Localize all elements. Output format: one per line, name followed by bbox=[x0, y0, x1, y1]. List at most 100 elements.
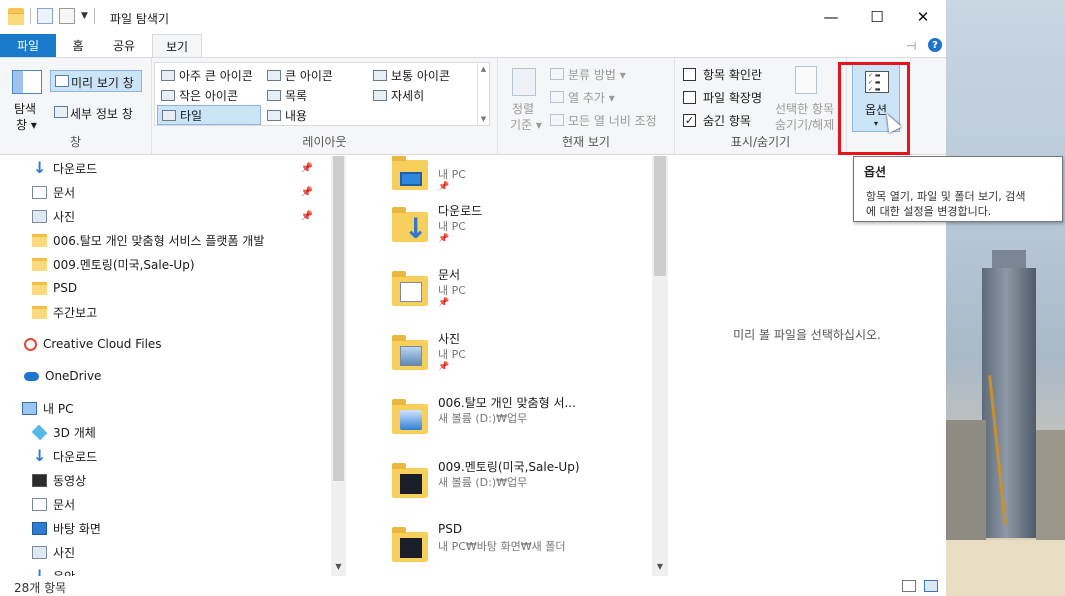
navigation-pane-label[interactable]: 탐색 bbox=[14, 100, 36, 117]
hidden-items-label[interactable]: 숨긴 항목 bbox=[703, 112, 751, 129]
layout-details[interactable]: 자세히 bbox=[369, 85, 424, 105]
chevron-down-icon[interactable]: ▼ bbox=[652, 562, 668, 576]
nav-item[interactable]: 009.멘토링(미국,Sale-Up) bbox=[32, 253, 331, 275]
folder-icon bbox=[8, 8, 24, 25]
nav-item[interactable]: 3D 개체 bbox=[31, 421, 331, 443]
file-tile[interactable]: 사진 내 PC 📌 bbox=[392, 328, 632, 388]
file-tile[interactable]: 문서 내 PC 📌 bbox=[392, 264, 632, 324]
item-count: 28개 항목 bbox=[14, 581, 67, 595]
details-view-icon[interactable] bbox=[902, 580, 916, 592]
file-tile[interactable]: PSD 내 PC₩바탕 화면₩새 폴더 bbox=[392, 520, 632, 576]
details-pane-label: 세부 정보 창 bbox=[70, 107, 133, 121]
pin-ribbon-icon[interactable]: ⊣ bbox=[906, 39, 916, 53]
file-name: 009.멘토링(미국,Sale-Up) bbox=[438, 460, 580, 474]
minimize-button[interactable]: — bbox=[808, 0, 854, 34]
layout-extra-large-icons[interactable]: 아주 큰 아이콘 bbox=[157, 65, 253, 85]
layout-tiles[interactable]: 타일 bbox=[157, 105, 261, 125]
properties-icon[interactable] bbox=[37, 8, 53, 24]
help-icon[interactable]: ? bbox=[928, 38, 942, 52]
options-tooltip: 옵션 항목 열기, 파일 및 폴더 보기, 검색 에 대한 설정을 변경합니다. bbox=[853, 156, 1063, 222]
nav-item-label: 주간보고 bbox=[53, 305, 98, 320]
file-extensions-label[interactable]: 파일 확장명 bbox=[703, 89, 762, 106]
file-name: 다운로드 bbox=[438, 204, 483, 218]
nav-item[interactable]: Creative Cloud Files bbox=[24, 333, 331, 355]
file-explorer-window: ▼ 파일 탐색기 — ☐ ✕ 파일 홈 공유 보기 ⊣ ? 탐색 창 ▾ 미리 … bbox=[0, 0, 946, 596]
nav-item[interactable]: 사진 📌 bbox=[32, 205, 331, 227]
file-tile[interactable]: 006.탈모 개인 맞춤형 서... 새 볼륨 (D:)₩업무 bbox=[392, 392, 632, 452]
show-hide-group: 항목 확인란 파일 확장명 ✓ 숨긴 항목 선택한 항목 숨기기/해제 표시/숨… bbox=[675, 58, 847, 154]
pin-icon: 📌 bbox=[438, 182, 450, 192]
file-extensions-checkbox[interactable] bbox=[683, 91, 696, 104]
size-columns-icon bbox=[550, 114, 564, 126]
nav-item[interactable]: 바탕 화면 bbox=[32, 517, 331, 539]
layout-medium-icons[interactable]: 보통 아이콘 bbox=[369, 65, 450, 85]
tooltip-text: 에 대한 설정을 변경합니다. bbox=[866, 205, 992, 218]
tab-home[interactable]: 홈 bbox=[56, 34, 100, 57]
new-folder-icon[interactable] bbox=[59, 8, 75, 24]
nav-item[interactable]: PSD bbox=[32, 277, 331, 299]
navigation-pane-label[interactable]: 창 ▾ bbox=[16, 116, 37, 133]
pictures-icon bbox=[32, 545, 47, 559]
sort-by-label: 기준 ▾ bbox=[510, 118, 542, 132]
window-title: 파일 탐색기 bbox=[110, 12, 170, 26]
details-pane-button[interactable]: 세부 정보 창 bbox=[50, 102, 142, 124]
pin-icon: 📌 bbox=[438, 362, 450, 372]
layout-gallery-scrollbar[interactable]: ▲ ▼ bbox=[477, 63, 489, 125]
nav-item[interactable]: 내 PC bbox=[22, 397, 331, 419]
tab-view[interactable]: 보기 bbox=[152, 34, 202, 58]
quick-access-toolbar: ▼ bbox=[8, 8, 95, 25]
nav-item-label: 다운로드 bbox=[53, 449, 98, 464]
layout-large-icons[interactable]: 큰 아이콘 bbox=[263, 65, 333, 85]
pin-icon: 📌 bbox=[438, 234, 450, 244]
nav-item[interactable]: 문서 bbox=[32, 493, 331, 515]
layout-content[interactable]: 내용 bbox=[263, 105, 307, 125]
close-button[interactable]: ✕ bbox=[900, 0, 946, 34]
extra-large-icons-icon bbox=[161, 69, 175, 81]
navigation-pane-icon[interactable] bbox=[12, 70, 42, 94]
download-icon bbox=[32, 446, 47, 465]
tiles-view-icon[interactable] bbox=[924, 580, 938, 592]
chevron-down-icon[interactable]: ▼ bbox=[81, 11, 88, 21]
nav-item[interactable]: 동영상 bbox=[32, 469, 331, 491]
nav-item-label: 문서 bbox=[53, 185, 76, 200]
nav-item[interactable]: 주간보고 bbox=[32, 301, 331, 323]
nav-item[interactable]: 사진 bbox=[32, 541, 331, 563]
ribbon-tabs: 파일 홈 공유 보기 bbox=[0, 34, 946, 58]
preview-pane-button[interactable]: 미리 보기 창 bbox=[50, 70, 142, 92]
nav-item[interactable]: 다운로드 📌 bbox=[32, 157, 331, 179]
nav-item[interactable]: 006.탈모 개인 맞춤형 서비스 플랫폼 개발 bbox=[32, 229, 331, 251]
maximize-button[interactable]: ☐ bbox=[854, 0, 900, 34]
item-checkboxes-label[interactable]: 항목 확인란 bbox=[703, 66, 762, 83]
nav-item[interactable]: 다운로드 bbox=[32, 445, 331, 467]
file-tile[interactable]: 다운로드내 PC📌 bbox=[392, 200, 632, 260]
scrollbar-thumb[interactable] bbox=[654, 156, 666, 276]
folder-icon bbox=[32, 305, 47, 319]
navigation-scrollbar[interactable]: ▼ bbox=[331, 156, 346, 576]
item-checkboxes-checkbox[interactable] bbox=[683, 68, 696, 81]
file-list-scrollbar[interactable]: ▼ bbox=[652, 156, 668, 576]
tab-file[interactable]: 파일 bbox=[0, 34, 56, 57]
layout-list[interactable]: 목록 bbox=[263, 85, 307, 105]
nav-item[interactable]: OneDrive bbox=[24, 365, 331, 387]
folder-icon bbox=[392, 332, 428, 372]
group-by-icon bbox=[550, 68, 564, 80]
nav-item[interactable]: 음악 bbox=[32, 565, 331, 577]
scrollbar-thumb[interactable] bbox=[333, 156, 344, 481]
size-all-columns-button: 모든 열 너비 조정 bbox=[568, 114, 657, 128]
chevron-down-icon[interactable]: ▼ bbox=[331, 562, 346, 576]
add-columns-button: 열 추가 ▾ bbox=[568, 91, 615, 105]
video-icon bbox=[32, 473, 47, 487]
chevron-down-icon[interactable]: ▼ bbox=[481, 115, 486, 123]
nav-item[interactable]: 문서 📌 bbox=[32, 181, 331, 203]
hidden-items-checkbox[interactable]: ✓ bbox=[683, 114, 696, 127]
chevron-up-icon[interactable]: ▲ bbox=[481, 65, 486, 73]
file-tile[interactable]: 009.멘토링(미국,Sale-Up) 새 볼륨 (D:)₩업무 bbox=[392, 456, 632, 516]
layout-small-icons[interactable]: 작은 아이콘 bbox=[157, 85, 238, 105]
group-label: 표시/숨기기 bbox=[730, 135, 791, 149]
details-icon bbox=[373, 89, 387, 101]
file-name: 006.탈모 개인 맞춤형 서... bbox=[438, 396, 576, 410]
desktop-icon bbox=[32, 521, 47, 535]
pane-group: 탐색 창 ▾ 미리 보기 창 세부 정보 창 창 bbox=[0, 58, 152, 154]
tab-share[interactable]: 공유 bbox=[100, 34, 148, 57]
layout-label: 내용 bbox=[285, 108, 308, 123]
